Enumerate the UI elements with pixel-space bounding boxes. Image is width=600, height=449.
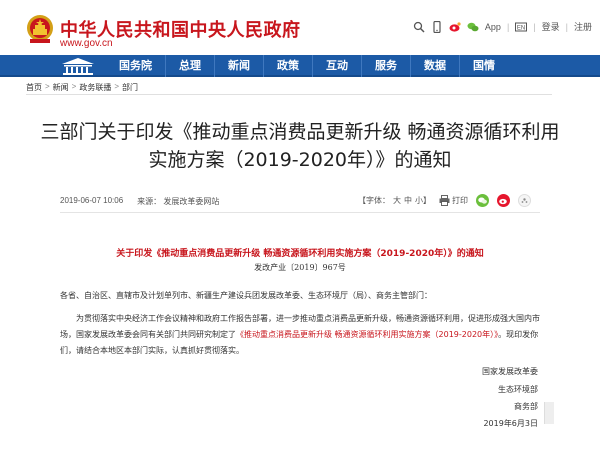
nav-item-policy[interactable]: 政策 <box>263 55 312 77</box>
breadcrumb-separator: > <box>45 82 50 91</box>
national-emblem-icon[interactable] <box>26 14 54 44</box>
separator: | <box>506 21 510 32</box>
main-nav: 国务院 总理 新闻 政策 互动 服务 数据 国情 <box>0 55 600 77</box>
print-label: 打印 <box>452 196 468 205</box>
font-size-large-button[interactable]: 大 <box>393 195 401 206</box>
signature-date: 2019年6月3日 <box>483 419 538 428</box>
nav-item-national-profile[interactable]: 国情 <box>459 55 508 77</box>
divider <box>60 212 540 213</box>
site-header: 中华人民共和国中央人民政府 www.gov.cn App | EN | 登录 |… <box>0 0 600 55</box>
nav-item-premier[interactable]: 总理 <box>165 55 214 77</box>
font-size-label: 【字体： <box>358 196 390 205</box>
register-link[interactable]: 注册 <box>574 20 592 33</box>
font-size-small-button[interactable]: 小】 <box>415 195 431 206</box>
nav-item-state-council[interactable]: 国务院 <box>106 55 165 77</box>
document-number: 发改产业〔2019〕967号 <box>254 263 346 272</box>
article-source: 来源： 发展改革委网站 <box>137 197 220 206</box>
nav-item-data[interactable]: 数据 <box>410 55 459 77</box>
search-icon[interactable] <box>413 21 425 33</box>
nav-items: 国务院 总理 新闻 政策 互动 服务 数据 国情 <box>106 55 508 77</box>
separator: | <box>565 21 568 32</box>
qzone-share-icon[interactable] <box>518 194 531 207</box>
article-tools: 【字体： 大 中 小】 打印 <box>358 194 531 207</box>
weibo-share-icon[interactable] <box>497 194 510 207</box>
breadcrumb-separator: > <box>114 82 120 91</box>
nav-item-interaction[interactable]: 互动 <box>312 55 361 77</box>
printer-icon <box>439 195 450 206</box>
site-domain[interactable]: www.gov.cn <box>60 38 113 49</box>
plan-link[interactable]: 《推动重点消费品更新升级 畅通资源循环利用实施方案（2019-2020年）》 <box>236 330 498 339</box>
breadcrumb-gov-broadcast[interactable]: 政务联播 <box>79 82 111 93</box>
mobile-phone-icon[interactable] <box>431 20 443 33</box>
breadcrumb-news[interactable]: 新闻 <box>53 82 69 93</box>
article-title: 三部门关于印发《推动重点消费品更新升级 畅通资源循环利用实施方案（2019-20… <box>40 121 560 171</box>
separator: | <box>533 21 536 32</box>
document-title: 关于印发《推动重点消费品更新升级 畅通资源循环利用实施方案（2019-2020年… <box>116 249 484 259</box>
wechat-icon[interactable] <box>467 21 479 33</box>
nav-item-news[interactable]: 新闻 <box>214 55 263 77</box>
font-size-control: 【字体： 大 中 小】 <box>358 195 431 206</box>
weibo-icon[interactable] <box>449 21 461 33</box>
app-link[interactable]: App <box>485 22 501 32</box>
header-tools: App | EN | 登录 | 注册 <box>413 20 592 33</box>
breadcrumb-home[interactable]: 首页 <box>26 82 42 93</box>
breadcrumb-departments[interactable]: 部门 <box>122 82 138 93</box>
signature-ndrc: 国家发展改革委 <box>482 367 538 376</box>
signature-mofcom: 商务部 <box>514 402 538 411</box>
font-size-medium-button[interactable]: 中 <box>404 195 412 206</box>
breadcrumb: 首页 > 新闻 > 政务联播 > 部门 <box>26 82 138 93</box>
english-icon[interactable]: EN <box>515 21 528 33</box>
print-button[interactable]: 打印 <box>439 195 468 206</box>
svg-text:EN: EN <box>517 25 525 31</box>
divider <box>26 94 552 95</box>
scrollbar[interactable] <box>544 402 554 424</box>
article-meta: 2019-06-07 10:06 来源： 发展改革委网站 <box>60 196 219 207</box>
great-hall-icon <box>62 58 94 75</box>
article-paragraph: 为贯彻落实中央经济工作会议精神和政府工作报告部署，进一步推动重点消费品更新升级，… <box>60 311 542 359</box>
publish-date: 2019-06-07 10:06 <box>60 196 124 205</box>
breadcrumb-separator: > <box>71 82 77 91</box>
signature-mee: 生态环境部 <box>498 385 538 394</box>
wechat-share-icon[interactable] <box>476 194 489 207</box>
login-link[interactable]: 登录 <box>542 20 560 33</box>
nav-item-services[interactable]: 服务 <box>361 55 410 77</box>
article-paragraph: 各省、自治区、直辖市及计划单列市、新疆生产建设兵团发展改革委、生态环境厅（局）、… <box>60 291 432 300</box>
